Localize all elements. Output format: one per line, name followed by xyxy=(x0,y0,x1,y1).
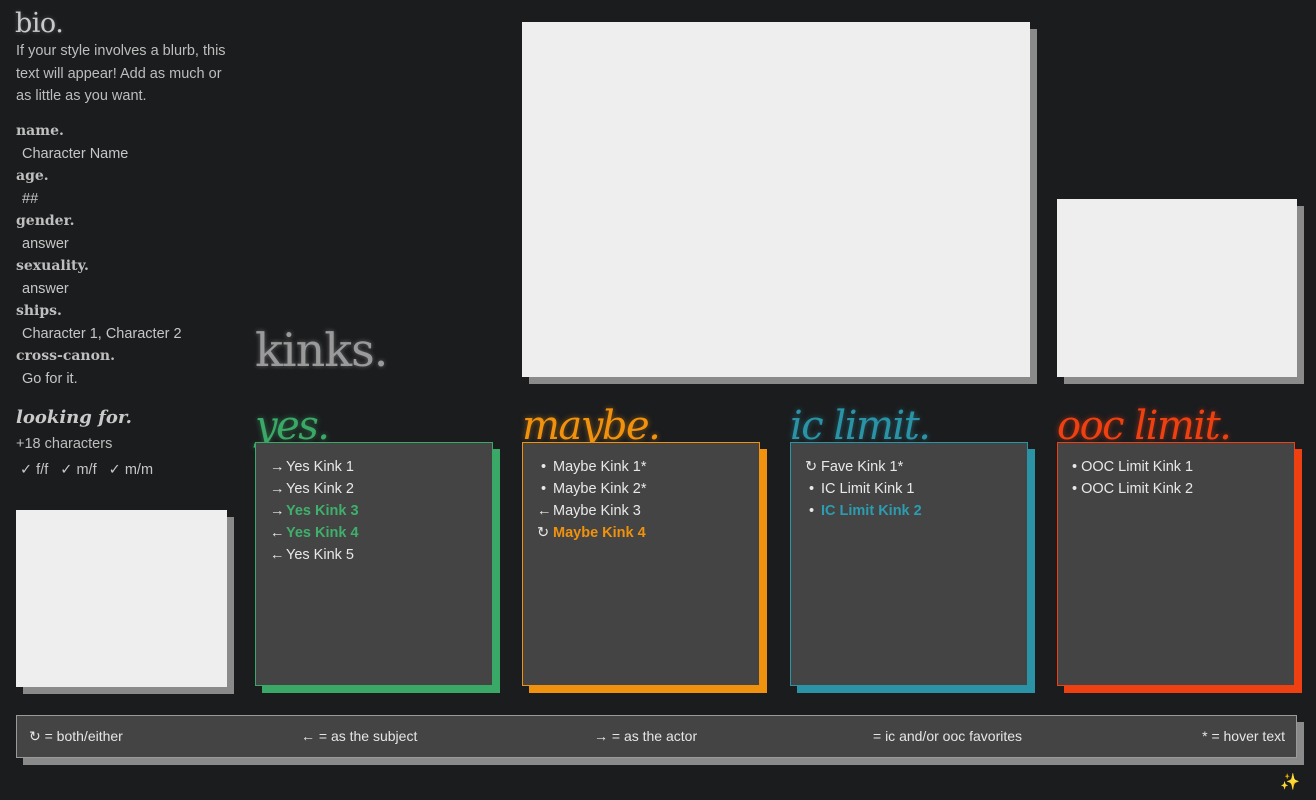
field-label-ships: ships. xyxy=(16,303,62,319)
subject-arrow-icon: ← xyxy=(270,547,285,563)
ic-limit-column-list: ↻ Fave Kink 1* • IC Limit Kink 1 • IC Limit… xyxy=(790,442,1028,686)
legend-favorites: = ic and/or ooc favorites xyxy=(873,728,1023,744)
field-label-age: age. xyxy=(16,168,49,184)
bio-title: bio. xyxy=(15,8,64,39)
maybe-column-list: • Maybe Kink 1* • Maybe Kink 2* ← Maybe Kin… xyxy=(522,442,760,686)
profile-fields: name. Character Name age. ## gender. ans… xyxy=(16,120,236,390)
sidebar-image xyxy=(16,510,227,687)
option-mm: ✓ m/m xyxy=(108,462,154,478)
bullet-icon: • xyxy=(809,481,815,497)
list-item: • IC Limit Kink 1 xyxy=(805,478,1027,500)
looking-for-options: ✓ f/f ✓ m/f ✓ m/m xyxy=(20,462,161,478)
subject-arrow-icon: ← xyxy=(537,503,552,519)
list-item: • Maybe Kink 2* xyxy=(537,478,759,500)
both-cycle-icon: ↻ xyxy=(537,525,550,541)
ooc-limit-column-list: • OOC Limit Kink 1 • OOC Limit Kink 2 xyxy=(1057,442,1295,686)
list-item: → Yes Kink 1 xyxy=(270,456,492,478)
list-item: → Yes Kink 3 xyxy=(270,500,492,522)
option-ff: ✓ f/f xyxy=(20,462,49,478)
list-item: • OOC Limit Kink 2 xyxy=(1072,481,1194,497)
looking-for-count: +18 characters xyxy=(16,436,113,452)
looking-for-title: looking for. xyxy=(16,407,132,428)
list-item: • Maybe Kink 1* xyxy=(537,456,759,478)
option-mf: ✓ m/f xyxy=(60,462,97,478)
field-label-gender: gender. xyxy=(16,213,75,229)
sparkle-icon[interactable]: ✨ xyxy=(1280,772,1300,792)
subject-arrow-icon: ← xyxy=(270,525,285,541)
list-item: ↻ Fave Kink 1* xyxy=(805,456,1027,478)
field-value-gender: answer xyxy=(22,235,69,252)
actor-arrow-icon: → xyxy=(270,459,285,475)
list-item: • IC Limit Kink 2 xyxy=(805,500,1027,522)
field-label-sexuality: sexuality. xyxy=(16,258,89,274)
legend-as-subject: ← = as the subject xyxy=(301,728,418,744)
kinks-title: kinks. xyxy=(255,323,388,377)
legend-both-either: ↻ = both/either xyxy=(29,728,123,744)
yes-column-list: → Yes Kink 1 → Yes Kink 2 → Yes Kink 3 ← Yes… xyxy=(255,442,493,686)
list-item: ← Yes Kink 4 xyxy=(270,522,492,544)
field-label-cross-canon: cross-canon. xyxy=(16,348,115,364)
field-label-name: name. xyxy=(16,123,64,139)
list-item: ← Maybe Kink 3 xyxy=(537,500,759,522)
list-item: • OOC Limit Kink 1 xyxy=(1072,459,1194,475)
legend-as-actor: → = as the actor xyxy=(594,728,698,744)
field-value-sexuality: answer xyxy=(22,280,69,297)
field-value-age: ## xyxy=(22,190,39,207)
main-image xyxy=(522,22,1030,377)
bullet-icon: • xyxy=(809,503,815,519)
field-value-cross-canon: Go for it. xyxy=(22,370,78,387)
secondary-image xyxy=(1057,199,1297,377)
actor-arrow-icon: → xyxy=(270,481,285,497)
both-cycle-icon: ↻ xyxy=(805,459,818,475)
field-value-ships: Character 1, Character 2 xyxy=(22,325,182,342)
field-value-name: Character Name xyxy=(22,145,129,162)
legend-bar: ↻ = both/either ← = as the subject → = a… xyxy=(16,715,1297,758)
legend-hover-text: * = hover text xyxy=(1202,728,1285,744)
list-item: ← Yes Kink 5 xyxy=(270,544,492,566)
list-item: → Yes Kink 2 xyxy=(270,478,492,500)
bullet-icon: • xyxy=(541,481,547,497)
actor-arrow-icon: → xyxy=(270,503,285,519)
bullet-icon: • xyxy=(541,459,547,475)
list-item: ↻ Maybe Kink 4 xyxy=(537,522,759,544)
bio-text: If your style involves a blurb, this tex… xyxy=(16,43,226,104)
